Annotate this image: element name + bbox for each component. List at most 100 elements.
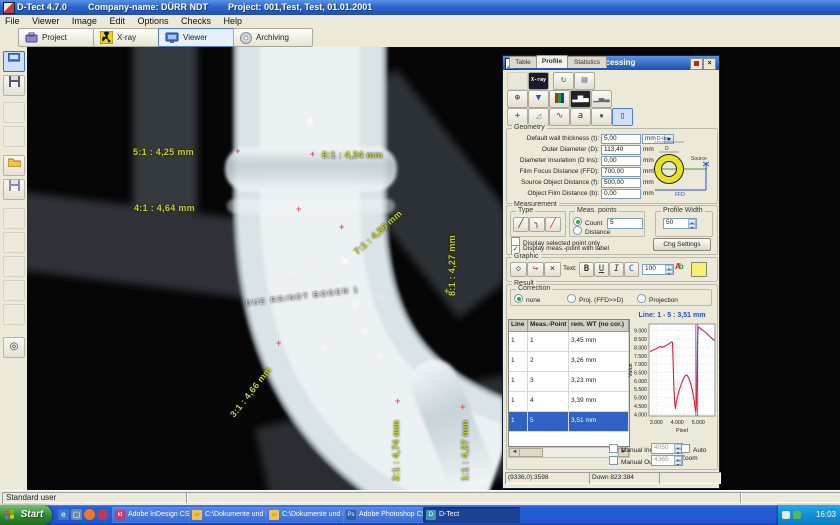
xray-button[interactable]: X-ray [93, 28, 165, 47]
measurement-label[interactable]: 7:1 : 4,56 mm [352, 208, 404, 256]
measurement-point-marker[interactable]: + [395, 399, 400, 404]
red-line-tool-icon[interactable]: ╱ [545, 217, 561, 232]
measurement-point-marker[interactable]: + [460, 405, 465, 410]
quicklaunch-desktop-icon[interactable]: ▢ [71, 509, 82, 520]
open-folder-icon[interactable] [3, 155, 25, 176]
table-row[interactable]: 143,39 mm [509, 392, 629, 412]
status-panel-3 [740, 492, 840, 503]
underline-button[interactable]: U [594, 262, 609, 277]
auto-zoom-checkbox[interactable]: Auto Zoom [681, 444, 719, 463]
viewer-button[interactable]: Viewer [158, 28, 236, 47]
save-as-icon[interactable] [3, 179, 25, 200]
bold-button[interactable]: B [579, 262, 594, 277]
table-row[interactable]: 113,45 mm [509, 332, 629, 352]
measurement-point-marker[interactable]: + [235, 149, 240, 154]
object-film-distance-input[interactable]: 0,00 [601, 189, 641, 199]
menu-help[interactable]: Help [219, 15, 248, 27]
line-tool-icon[interactable]: ╱ [513, 217, 529, 232]
quicklaunch-browser-icon[interactable] [84, 509, 95, 520]
profile-chart[interactable]: 9.0008.5008.0007.5007.0006.5006.0005.500… [627, 320, 717, 440]
archiving-button[interactable]: Archiving [233, 28, 313, 47]
menu-image[interactable]: Image [67, 15, 102, 27]
correction-proj-ffd-radio[interactable]: Proj. (FFD>>D) [567, 294, 623, 305]
tab-statistics[interactable]: Statistics [567, 56, 607, 68]
chg-settings-button[interactable]: Chg Settings [653, 238, 711, 251]
quicklaunch-ie-icon[interactable]: e [58, 509, 69, 520]
scroll-thumb[interactable] [519, 448, 543, 457]
svg-text:8.000: 8.000 [634, 345, 647, 351]
table-row[interactable]: 123,26 mm [509, 352, 629, 372]
save-icon[interactable] [3, 75, 25, 96]
delete-icon[interactable]: × [544, 262, 561, 277]
font-color-icon[interactable]: Ab [675, 262, 688, 275]
menu-viewer[interactable]: Viewer [27, 15, 64, 27]
measurement-label[interactable]: 1:1 : 4,27 mm [460, 420, 470, 481]
table-header-cell[interactable]: Meas.-Point [528, 320, 569, 331]
manual-inner-spinner[interactable]: 4050 [651, 443, 683, 454]
measurement-label[interactable]: 4:1 : 4,64 mm [134, 203, 195, 213]
correction-projection-radio[interactable]: Projection [637, 294, 678, 305]
color-swatch[interactable] [691, 262, 707, 277]
text-annotation-icon[interactable]: a [570, 108, 591, 126]
dlg-xray-mode-icon[interactable]: X-ray [528, 72, 549, 90]
polyline-tool-icon[interactable]: ╮ [529, 217, 545, 232]
levels-icon[interactable]: ▁▃▂ [591, 90, 612, 108]
company-name: Company-name: DÜRR NDT [88, 0, 208, 15]
table-header-cell[interactable]: Line [509, 320, 528, 331]
diameter-insulation-input[interactable]: 0,00 [601, 156, 641, 166]
distance-radio[interactable]: Distance [573, 226, 610, 237]
tray-icon-2[interactable] [793, 511, 801, 519]
table-row[interactable]: 153,51 mm [509, 412, 629, 432]
wall-thickness-input[interactable]: 5,00 [601, 134, 641, 144]
start-button[interactable]: Start [0, 505, 52, 525]
measurement-point-marker[interactable]: + [339, 225, 344, 230]
outer-diameter-input[interactable]: 113,40 [601, 145, 641, 155]
tab-profile[interactable]: Profile [536, 55, 568, 68]
tool-button-disabled-7 [3, 304, 25, 325]
viewer-mode-icon[interactable] [3, 51, 25, 72]
measurement-label[interactable]: 3:1 : 4,66 mm [228, 365, 273, 419]
measurement-point-marker[interactable]: + [310, 152, 315, 157]
project-button[interactable]: Project [18, 28, 98, 47]
source-object-distance-input[interactable]: 500,00 [601, 178, 641, 188]
copy-image-icon[interactable]: ▤ [574, 72, 595, 90]
profile-width-spinner[interactable]: 50 [663, 218, 697, 229]
ffd-input[interactable]: 700,00 [601, 167, 641, 177]
rotate-text-button[interactable]: C [624, 262, 639, 277]
menu-options[interactable]: Options [132, 15, 173, 27]
italic-button[interactable]: I [609, 262, 624, 277]
menu-checks[interactable]: Checks [176, 15, 216, 27]
rgb-colors-icon[interactable] [549, 90, 570, 108]
histogram-icon[interactable]: ▂▅▃ [570, 90, 591, 108]
display-settings-icon[interactable]: ▣ [591, 108, 612, 126]
redo-icon[interactable]: ↪ [527, 262, 544, 277]
target-tool-icon[interactable]: ◎ [3, 337, 25, 358]
measurement-point-marker[interactable]: + [444, 289, 449, 294]
task-photoshop[interactable]: PsAdobe Photoshop CS... [343, 507, 434, 523]
measurement-label[interactable]: 2:1 : 4,74 mm [391, 420, 401, 481]
measurement-label[interactable]: 6:1 : 4,34 mm [322, 150, 383, 160]
tab-table[interactable]: Table [509, 56, 537, 68]
correction-none-radio[interactable]: none [514, 294, 540, 305]
dialog-close-button[interactable]: × [703, 58, 716, 70]
profile-line-icon[interactable]: ∿ [549, 108, 570, 126]
measurement-label[interactable]: 5:1 : 4,25 mm [133, 147, 194, 157]
filter-icon[interactable]: ▼ [528, 90, 549, 108]
tray-icon-1[interactable] [782, 511, 790, 519]
refresh-icon[interactable]: ↻ [553, 72, 574, 90]
quicklaunch-app-icon[interactable] [97, 509, 108, 520]
count-input[interactable]: 5 [607, 218, 643, 229]
zoom-icon[interactable]: ⊕ [507, 90, 528, 108]
delete-annotation-icon[interactable]: ▯ [612, 108, 633, 126]
edit-graphic-icon[interactable]: ◇ [510, 262, 527, 277]
menu-edit[interactable]: Edit [104, 15, 130, 27]
menu-file[interactable]: File [0, 15, 25, 27]
table-header-cell[interactable]: rem. WT (no cor.) [569, 320, 629, 331]
measurement-point-marker[interactable]: + [276, 341, 281, 346]
measurement-point-marker[interactable]: + [296, 207, 301, 212]
font-size-spinner[interactable]: 100 [642, 264, 674, 275]
measurement-table[interactable]: LineMeas.-Pointrem. WT (no cor.)113,45 m… [508, 319, 630, 447]
manual-outer-spinner[interactable]: 4365 [651, 455, 683, 466]
task-dtect[interactable]: DD-Tect [423, 507, 520, 523]
table-row[interactable]: 133,23 mm [509, 372, 629, 392]
